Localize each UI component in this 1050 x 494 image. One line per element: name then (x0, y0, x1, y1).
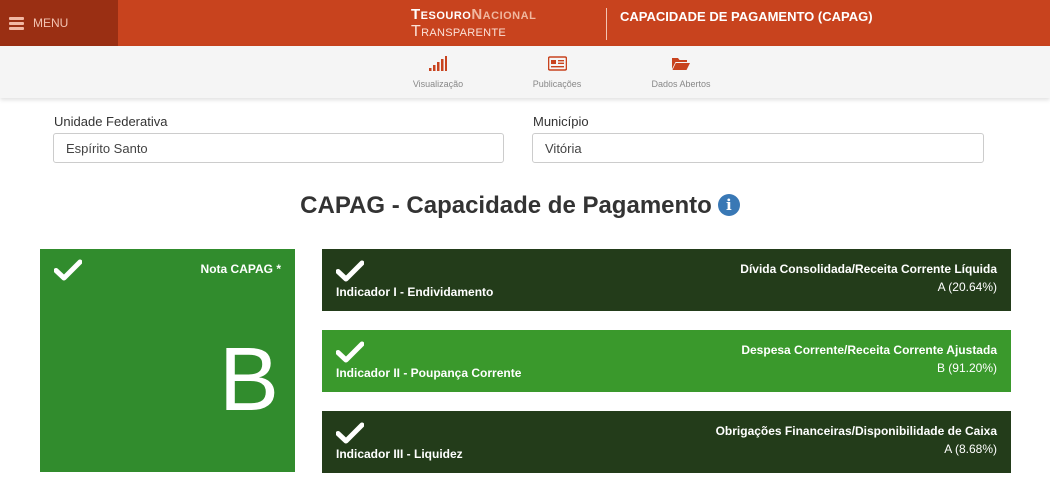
tesouro-nacional-logo[interactable]: TesouroNacional Transparente (411, 7, 536, 40)
menu-button[interactable]: MENU (0, 0, 118, 46)
check-icon (336, 422, 364, 444)
header-divider (606, 8, 607, 40)
page-title: CAPACIDADE DE PAGAMENTO (CAPAG) (620, 9, 873, 24)
hamburger-icon (9, 16, 24, 30)
uf-select[interactable]: Espírito Santo (53, 133, 504, 163)
indicator-metric: Obrigações Financeiras/Disponibilidade d… (715, 424, 997, 438)
uf-label: Unidade Federativa (54, 114, 168, 129)
check-icon (336, 260, 364, 282)
indicator-metric: Despesa Corrente/Receita Corrente Ajusta… (741, 343, 997, 357)
nav-item-visualizacao[interactable]: Visualização (412, 56, 464, 89)
info-icon[interactable]: i (717, 194, 740, 216)
indicator-card-liquidez: Indicador III - Liquidez Obrigações Fina… (322, 411, 1011, 473)
indicator-value: A (20.64%) (937, 280, 997, 294)
newspaper-icon (547, 56, 567, 71)
capag-label: Nota CAPAG * (200, 262, 281, 276)
nav-label-visualizacao: Visualização (412, 79, 464, 89)
capag-grade: B (218, 330, 279, 430)
indicator-value: A (8.68%) (944, 442, 997, 456)
municipio-label: Município (533, 114, 589, 129)
section-title: CAPAG - Capacidade de Pagamento (300, 192, 712, 219)
check-icon (336, 341, 364, 363)
indicator-name: Indicador I - Endividamento (336, 285, 494, 299)
logo-word-transparente: Transparente (411, 23, 507, 40)
section-heading: CAPAG - Capacidade de Pagamento i (0, 192, 1040, 220)
nav-label-publicacoes: Publicações (532, 79, 582, 89)
folder-open-icon (672, 58, 690, 70)
check-icon (54, 259, 82, 281)
nav-item-dados-abertos[interactable]: Dados Abertos (648, 56, 714, 89)
capag-grade-card: Nota CAPAG * B (40, 249, 295, 472)
nav-label-dados-abertos: Dados Abertos (651, 79, 711, 89)
nav-item-publicacoes[interactable]: Publicações (530, 56, 584, 89)
logo-word-nacional: Nacional (471, 6, 537, 23)
indicator-name: Indicador II - Poupança Corrente (336, 366, 522, 380)
indicator-card-endividamento: Indicador I - Endividamento Dívida Conso… (322, 249, 1011, 311)
municipio-select[interactable]: Vitória (532, 133, 984, 163)
top-bar: MENU TesouroNacional Transparente CAPACI… (0, 0, 1050, 46)
bar-chart-icon (429, 56, 447, 71)
logo-word-tesouro: Tesouro (411, 6, 472, 23)
indicator-name: Indicador III - Liquidez (336, 447, 463, 461)
nav-bar: Visualização Publicações Dados Abertos (0, 46, 1050, 98)
indicator-card-poupanca-corrente: Indicador II - Poupança Corrente Despesa… (322, 330, 1011, 392)
indicator-metric: Dívida Consolidada/Receita Corrente Líqu… (740, 262, 997, 276)
menu-label: MENU (33, 16, 69, 30)
indicator-value: B (91.20%) (936, 361, 997, 375)
